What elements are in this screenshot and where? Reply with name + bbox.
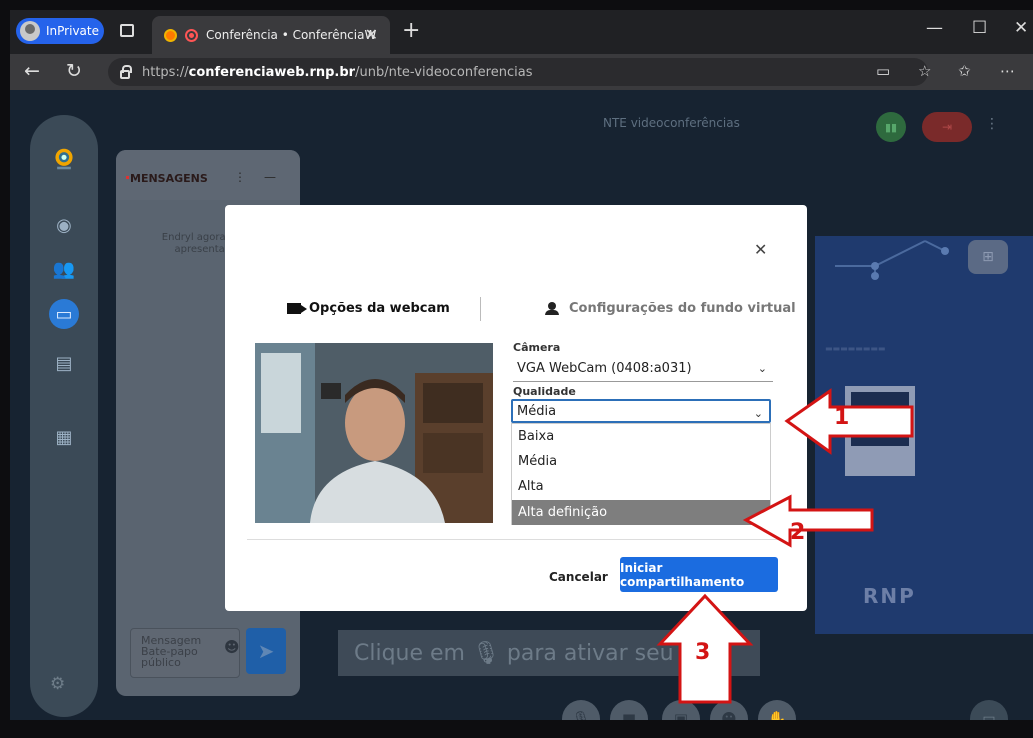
messages-minimize-icon[interactable]: — [264, 170, 276, 184]
app-logo-icon [52, 147, 76, 171]
new-tab-icon[interactable]: + [402, 18, 420, 43]
chevron-down-icon: ⌄ [753, 407, 763, 420]
cancel-button[interactable]: Cancelar [549, 570, 608, 584]
tab-conferencia[interactable]: Conferência • ConferênciaW ✕ [152, 16, 390, 54]
quality-select[interactable]: Média ⌄ [511, 399, 771, 423]
annotation-label-2: 2 [790, 520, 806, 545]
chat-icon[interactable]: ▭ [49, 299, 79, 329]
reader-icon[interactable]: ▭ [876, 62, 890, 80]
tab-actions-icon[interactable] [120, 24, 134, 37]
mic-toggle-icon[interactable]: 🎙 [562, 700, 600, 720]
leave-button[interactable]: ⇥ [922, 112, 972, 142]
inprivate-label: InPrivate [46, 24, 99, 38]
connection-status-icon[interactable]: ▮▮ [876, 112, 906, 142]
tab-background-label: Configurações do fundo virtual [569, 301, 796, 316]
options-menu-icon[interactable]: ⋮ [985, 116, 999, 132]
quality-select-value: Média [517, 403, 557, 419]
maximize-icon[interactable]: ☐ [972, 18, 987, 38]
reaction-icon[interactable]: ☻ [710, 700, 748, 720]
lock-icon [120, 64, 132, 79]
messages-title: MENSAGENS [126, 172, 208, 185]
camera-select-value: VGA WebCam (0408:a031) [517, 361, 692, 376]
back-icon[interactable]: ← [24, 60, 40, 82]
tab-webcam-options[interactable]: Opções da webcam [287, 301, 450, 316]
camera-select[interactable]: VGA WebCam (0408:a031) ⌄ [513, 356, 773, 382]
camera-icon [287, 303, 307, 314]
minimize-icon[interactable]: — [926, 18, 943, 38]
inprivate-badge[interactable]: InPrivate [16, 18, 104, 44]
tab-virtual-background[interactable]: Configurações do fundo virtual [543, 301, 796, 316]
annotation-label-3: 3 [695, 640, 711, 665]
emoji-icon[interactable]: ☻ [224, 638, 240, 656]
screen-share-icon[interactable]: ▣ [662, 700, 700, 720]
more-menu-icon[interactable]: ⋯ [1000, 62, 1015, 80]
tab-separator [480, 297, 481, 321]
quality-option-alta-definicao[interactable]: Alta definição [512, 500, 770, 525]
tab-webcam-label: Opções da webcam [309, 301, 450, 316]
modal-divider [247, 539, 785, 540]
quality-option-media[interactable]: Média [512, 449, 770, 474]
url-prefix: https:// [142, 64, 189, 80]
start-sharing-button[interactable]: Iniciar compartilhamento [620, 557, 778, 592]
modal-close-icon[interactable]: ✕ [754, 240, 767, 259]
url-domain: conferenciaweb.rnp.br [188, 64, 356, 80]
close-window-icon[interactable]: ✕ [1014, 18, 1028, 38]
favorites-icon[interactable]: ✩ [958, 62, 971, 80]
virtual-background-icon [543, 301, 561, 316]
participants-icon[interactable]: 👥 [52, 257, 76, 281]
webcam-person-icon [255, 343, 493, 523]
quality-option-alta[interactable]: Alta [512, 474, 770, 499]
presentation-preview: ▬▬▬▬▬▬▬▬ RNP [815, 236, 1033, 634]
settings-gear-icon[interactable]: ⚙ [50, 674, 65, 694]
refresh-icon[interactable]: ↻ [66, 60, 82, 82]
quality-option-baixa[interactable]: Baixa [512, 424, 770, 449]
chevron-down-icon: ⌄ [757, 362, 767, 375]
url-path: /unb/nte-videoconferencias [355, 64, 533, 80]
webcam-modal: ✕ Opções da webcam Configurações do fund… [225, 205, 807, 611]
raise-hand-icon[interactable]: ✋ [758, 700, 796, 720]
camera-toggle-icon[interactable]: ■ [610, 700, 648, 720]
quality-label: Qualidade [513, 385, 576, 398]
qr-code-lower-icon [845, 446, 915, 476]
apps-icon[interactable]: ▦ [52, 425, 76, 449]
profile-avatar-icon [20, 21, 40, 41]
site-favicon-icon [164, 28, 177, 42]
tab-title: Conferência • ConferênciaW [206, 28, 377, 42]
left-nav: ◉ 👥 ▭ ▤ ▦ [30, 115, 98, 717]
address-bar: ← ↻ https://conferenciaweb.rnp.br/unb/nt… [10, 54, 1033, 90]
url-field[interactable]: https://conferenciaweb.rnp.br/unb/nte-vi… [108, 58, 928, 86]
send-button[interactable]: ➤ [246, 628, 286, 674]
user-icon[interactable]: ◉ [52, 213, 76, 237]
recording-icon [185, 28, 198, 42]
layout-switch-icon[interactable]: ⊞ [968, 240, 1008, 274]
tab-bar: InPrivate Conferência • ConferênciaW ✕ +… [10, 10, 1033, 54]
camera-label: Câmera [513, 341, 561, 354]
messages-options-icon[interactable]: ⋮ [234, 170, 246, 184]
tab-close-icon[interactable]: ✕ [365, 25, 378, 44]
preview-caption-icon: ▬▬▬▬▬▬▬▬ [825, 344, 886, 353]
favorite-star-icon[interactable]: ☆ [918, 62, 931, 80]
rnp-logo-icon: RNP [863, 584, 916, 608]
quality-dropdown: Baixa Média Alta Alta definição [511, 423, 771, 525]
webcam-preview [255, 343, 493, 523]
room-title: NTE videoconferências [603, 116, 740, 130]
annotation-label-1: 1 [834, 405, 850, 430]
notes-icon[interactable]: ▤ [52, 351, 76, 375]
chat-toggle-icon[interactable]: ▭ [970, 700, 1008, 720]
